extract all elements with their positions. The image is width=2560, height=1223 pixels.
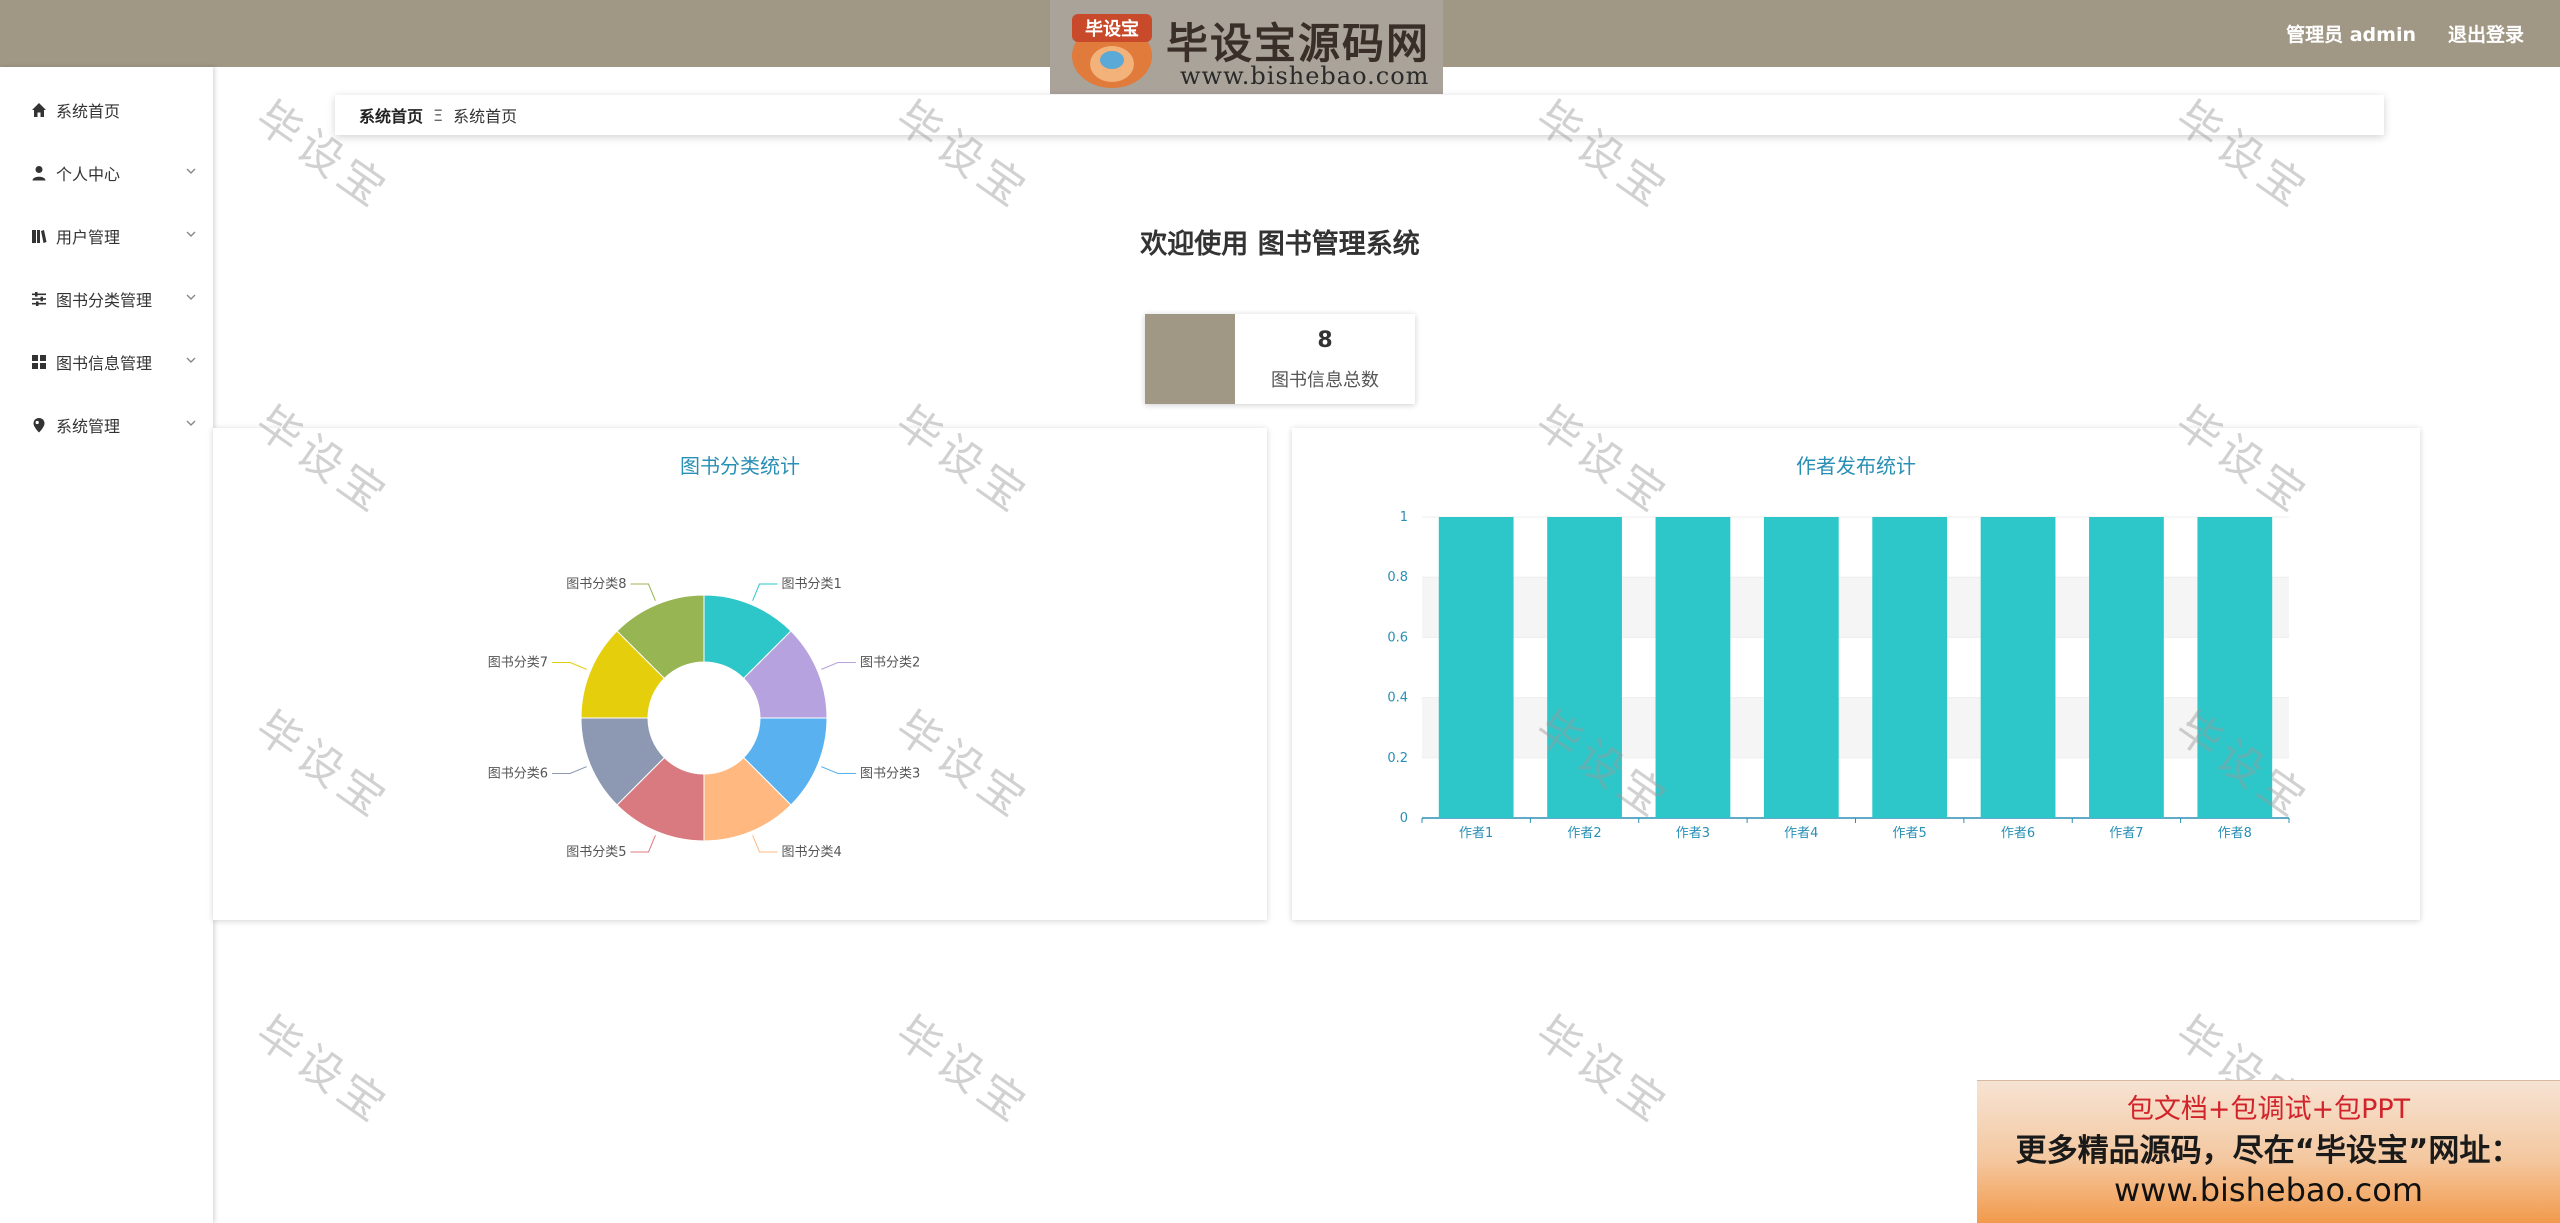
stat-card-book-total: 8 图书信息总数 xyxy=(1145,314,1415,404)
home-icon xyxy=(30,101,48,119)
x-tick-label: 作者2 xyxy=(1567,826,1601,841)
x-tick-label: 作者8 xyxy=(2218,826,2252,841)
pie-label: 图书分类8 xyxy=(566,577,626,592)
pie-label-line xyxy=(821,662,856,670)
y-tick-label: 0.8 xyxy=(1387,570,1408,585)
sidebar-item-book-info[interactable]: 图书信息管理 xyxy=(0,342,213,382)
x-tick-label: 作者1 xyxy=(1459,826,1493,841)
breadcrumb-separator: Ξ xyxy=(433,105,444,125)
breadcrumb-current: 系统首页 xyxy=(453,107,518,126)
bar[interactable] xyxy=(1763,517,1839,818)
panel-category-chart: 图书分类统计 图书分类1 图书分类2 图书分类3 图书分类4 图书分类5 图书分类6 图书分… xyxy=(213,428,1267,920)
pie-label: 图书分类3 xyxy=(860,766,920,781)
y-tick-label: 0.4 xyxy=(1387,691,1408,706)
pie-chart: 图书分类1 图书分类2 图书分类3 图书分类4 图书分类5 图书分类6 图书分类7 图书分类8 xyxy=(488,577,920,860)
bar[interactable] xyxy=(2089,517,2164,818)
y-tick-label: 1 xyxy=(1400,510,1408,525)
pie-label-line xyxy=(552,662,587,670)
x-tick-label: 作者4 xyxy=(1784,826,1818,841)
x-tick-label: 作者7 xyxy=(2109,826,2143,841)
pie-label-line xyxy=(752,583,778,601)
sidebar-item-system-management[interactable]: 系统管理 xyxy=(0,405,213,445)
chevron-down-icon xyxy=(186,420,196,426)
pie-label: 图书分类7 xyxy=(488,656,548,671)
y-tick-label: 0 xyxy=(1400,811,1408,826)
grid-icon xyxy=(30,353,48,371)
pie-label-line xyxy=(552,766,587,774)
site-logo: 毕设宝 毕设宝源码网 www.bishebao.com xyxy=(1050,0,1443,94)
sliders-icon xyxy=(30,290,48,308)
pin-icon xyxy=(30,416,48,434)
sidebar-item-label: 图书信息管理 xyxy=(56,354,153,373)
x-tick-label: 作者6 xyxy=(2001,826,2035,841)
sidebar-item-home[interactable]: 系统首页 xyxy=(0,90,213,130)
bar[interactable] xyxy=(1655,517,1731,818)
breadcrumb: 系统首页 Ξ 系统首页 xyxy=(335,95,2384,135)
sidebar-item-personal-center[interactable]: 个人中心 xyxy=(0,153,213,193)
sidebar-item-label: 图书分类管理 xyxy=(56,291,153,310)
pie-label-line xyxy=(630,583,656,601)
sidebar-item-label: 个人中心 xyxy=(56,165,121,184)
svg-text:毕设宝: 毕设宝 xyxy=(1085,18,1139,40)
stat-card-swatch xyxy=(1145,314,1235,404)
y-tick-label: 0.2 xyxy=(1387,751,1408,766)
pie-label-line xyxy=(821,766,856,774)
x-tick-label: 作者3 xyxy=(1676,826,1710,841)
promo-line-3: www.bishebao.com xyxy=(2113,1171,2424,1209)
pie-label: 图书分类1 xyxy=(781,577,841,592)
chevron-down-icon xyxy=(186,168,196,174)
panel-author-chart: 作者发布统计 0 0.2 0.4 0.6 0.8 1 作者1 作者2 作者3 作者4 作者5 作者6 作… xyxy=(1292,428,2420,920)
user-icon xyxy=(30,164,48,182)
chevron-down-icon xyxy=(186,357,196,363)
y-tick-label: 0.6 xyxy=(1387,630,1408,645)
pie-label: 图书分类4 xyxy=(781,845,841,860)
stat-label: 图书信息总数 xyxy=(1271,370,1379,391)
pie-label-line xyxy=(752,835,778,853)
sidebar-item-book-category[interactable]: 图书分类管理 xyxy=(0,279,213,319)
bar[interactable] xyxy=(1438,517,1514,818)
watermark-text: 毕设宝 xyxy=(1526,1006,1679,1135)
welcome-heading: 欢迎使用 图书管理系统 xyxy=(1140,229,1420,260)
breadcrumb-home-link[interactable]: 系统首页 xyxy=(359,103,423,127)
pie-label: 图书分类6 xyxy=(488,766,548,781)
bar[interactable] xyxy=(1547,517,1622,818)
watermark-text: 毕设宝 xyxy=(886,1006,1039,1135)
sidebar-item-label: 系统首页 xyxy=(56,102,121,121)
watermark-text: 毕设宝 xyxy=(246,1006,399,1135)
promo-line-2: 更多精品源码，尽在“毕设宝”网址： xyxy=(2015,1133,2522,1169)
chevron-down-icon xyxy=(186,294,196,300)
promo-banner[interactable]: 包文档+包调试+包PPT 更多精品源码，尽在“毕设宝”网址： www.bishe… xyxy=(1977,1080,2560,1223)
bar-chart: 0 0.2 0.4 0.6 0.8 1 作者1 作者2 作者3 作者4 作者5 作者6 作者7 作者8 xyxy=(1387,510,2290,841)
pie-label: 图书分类2 xyxy=(860,656,920,671)
logo-mascot-icon: 毕设宝 xyxy=(1072,14,1152,88)
logo-url: www.bishebao.com xyxy=(1180,62,1430,90)
logout-button[interactable]: 退出登录 xyxy=(2448,20,2524,47)
stat-value: 8 xyxy=(1317,328,1333,353)
bar[interactable] xyxy=(1872,517,1948,818)
x-tick-label: 作者5 xyxy=(1893,826,1927,841)
bar[interactable] xyxy=(1980,517,2056,818)
bar[interactable] xyxy=(2197,517,2273,818)
pie-label-line xyxy=(630,835,656,853)
admin-user-label: 管理员 admin xyxy=(2286,24,2416,46)
pie-label: 图书分类5 xyxy=(566,845,626,860)
promo-line-1: 包文档+包调试+包PPT xyxy=(2126,1094,2411,1125)
sidebar-item-label: 系统管理 xyxy=(56,417,121,436)
